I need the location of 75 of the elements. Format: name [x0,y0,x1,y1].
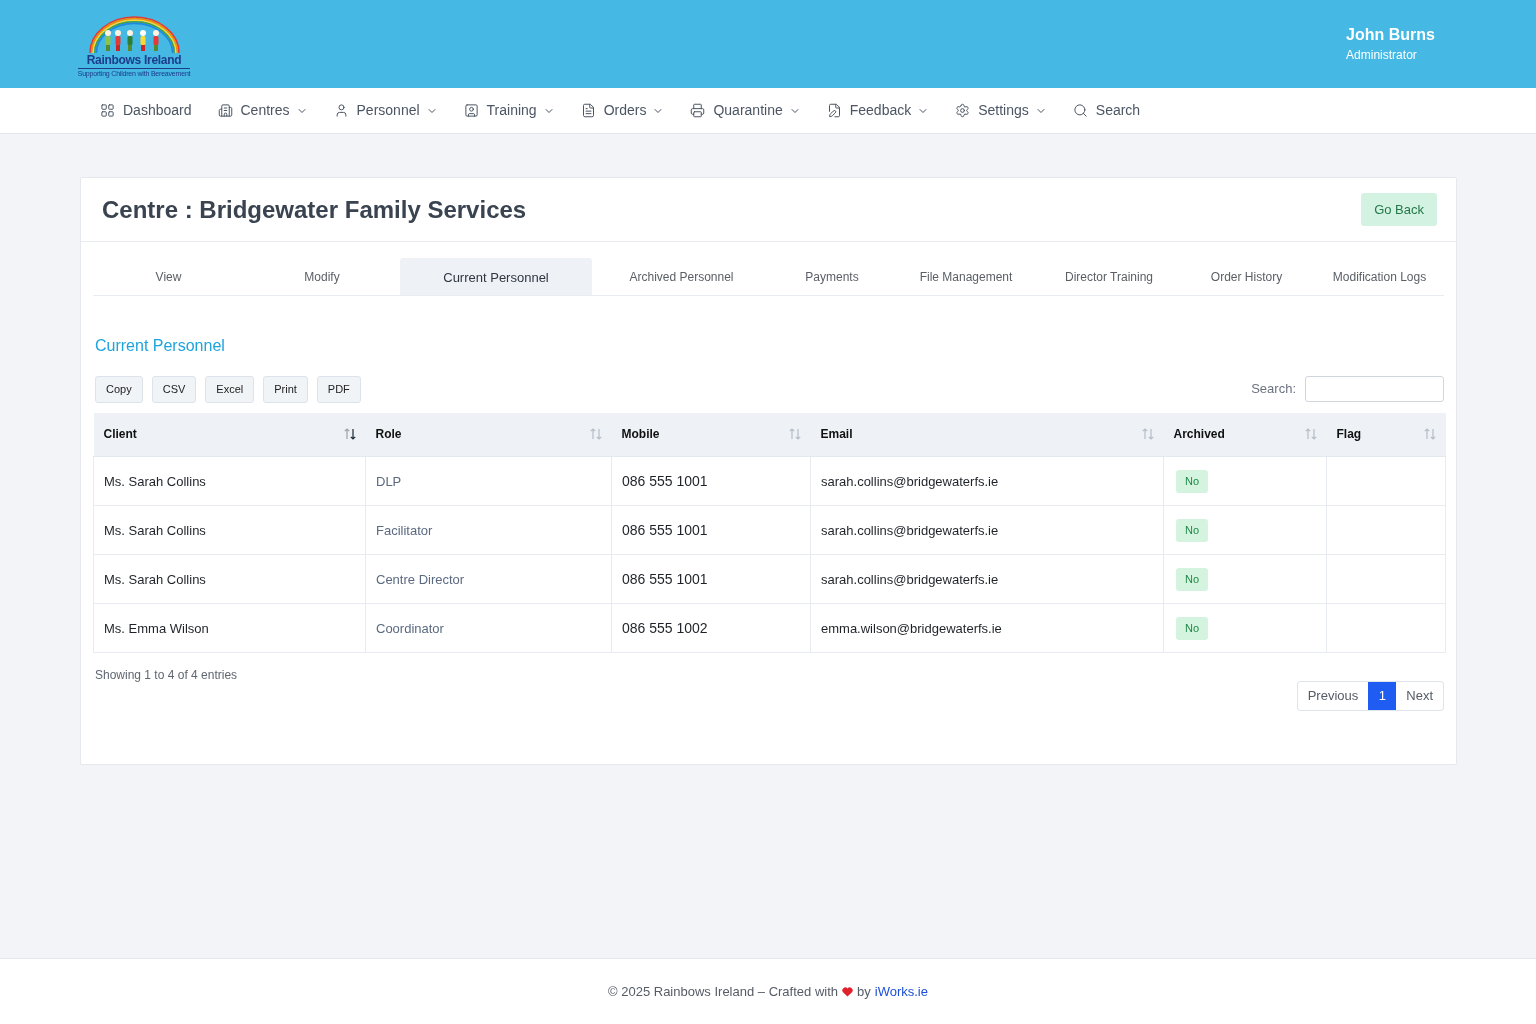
archived-status-badge: No [1176,470,1209,493]
search-field[interactable] [1305,375,1444,402]
export-button[interactable]: CSV [151,376,197,403]
page-number-button[interactable]: 1 [1368,681,1397,710]
mobile-number: 086 555 1002 [622,619,708,636]
column-header: Flag [1336,426,1362,444]
export-button[interactable]: Excel [205,376,255,403]
tab[interactable]: Order History [1179,258,1314,295]
client-name: Ms. Sarah Collins [104,522,206,538]
email-address: sarah.collins@bridgewaterfs.ie [821,522,999,538]
next-page-button[interactable]: Next [1396,681,1443,710]
nav-item[interactable]: Dashboard [100,100,192,121]
mobile-number: 086 555 1001 [622,570,708,587]
export-button[interactable]: Copy [95,376,143,403]
tab[interactable]: View [93,258,244,295]
user-role: Administrator [1346,47,1418,63]
go-back-button[interactable]: Go Back [1361,193,1437,226]
search-label: Search: [1251,379,1296,398]
nav-item[interactable]: Settings [955,100,1047,121]
sort-arrows-icon[interactable] [343,427,356,442]
tab[interactable]: File Management [893,258,1039,295]
user-icon [333,103,349,118]
nav-item[interactable]: Feedback [826,100,930,121]
footer-credit-prefix: © 2025 Rainbows Ireland – Crafted with [608,982,838,1001]
client-name: Ms. Sarah Collins [104,571,206,587]
email-address: sarah.collins@bridgewaterfs.ie [821,473,999,489]
archived-status-badge: No [1176,617,1209,640]
file-pen-icon [826,103,842,118]
grid-icon [100,103,115,118]
nav-item[interactable]: Orders [580,100,665,121]
archived-status-badge: No [1176,519,1209,542]
tab[interactable]: Payments [771,258,893,295]
iworks-link[interactable]: iWorks.ie [874,981,928,1002]
section-title: Current Personnel [95,336,226,356]
heart-icon [842,986,853,997]
export-button[interactable]: PDF [316,376,361,403]
client-name: Ms. Sarah Collins [104,473,206,489]
tab[interactable]: Director Training [1039,258,1179,295]
column-header: Email [820,426,853,444]
tab[interactable]: Modification Logs [1314,258,1445,295]
printer-icon [690,103,706,118]
role-text: DLP [376,473,402,489]
email-address: sarah.collins@bridgewaterfs.ie [821,571,999,587]
document-icon [580,103,596,118]
search-icon [1072,103,1088,118]
email-address: emma.wilson@bridgewaterfs.ie [821,620,1002,636]
nav-item[interactable]: Personnel [333,100,438,121]
export-button[interactable]: Print [263,376,308,403]
column-header: Role [375,426,402,444]
role-text: Coordinator [376,620,444,636]
logo-title: Rainbows Ireland [86,52,182,67]
page-title: Centre : Bridgewater Family Services [102,194,527,225]
footer-credit-by: by [857,982,871,1001]
user-name: John Burns [1346,25,1435,45]
role-text: Centre Director [376,571,465,587]
column-header: Mobile [621,426,660,444]
client-name: Ms. Emma Wilson [104,620,209,636]
building-icon [217,103,233,118]
column-header: Archived [1173,426,1225,444]
user-square-icon [463,103,479,118]
role-text: Facilitator [376,522,433,538]
nav-item[interactable]: Search [1072,100,1141,121]
nav-item[interactable]: Centres [217,100,308,121]
nav-item[interactable]: Training [463,100,555,121]
mobile-number: 086 555 1001 [622,521,708,538]
nav-item[interactable]: Quarantine [690,100,801,121]
tab[interactable]: Current Personnel [400,258,592,295]
table-info-text: Showing 1 to 4 of 4 entries [95,666,238,684]
previous-page-button[interactable]: Previous [1297,681,1369,710]
archived-status-badge: No [1176,568,1209,591]
column-header: Client [103,426,137,444]
tab[interactable]: Modify [244,258,400,295]
settings-icon [955,103,971,118]
tab[interactable]: Archived Personnel [592,258,771,295]
mobile-number: 086 555 1001 [622,472,708,489]
